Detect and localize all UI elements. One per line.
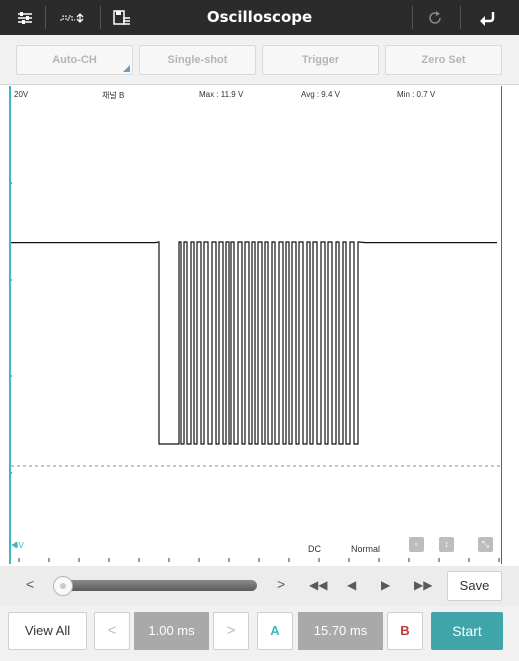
timeline-scroll-row: < > ◀◀ ◀ ▶ ▶▶ Save: [0, 566, 519, 606]
move-vertical-icon[interactable]: ↕: [439, 537, 454, 552]
coupling-label: DC: [308, 544, 321, 554]
auto-ch-label: Auto-CH: [52, 54, 97, 66]
cursor-b-button[interactable]: B: [387, 612, 423, 650]
cursor-a-label: A: [270, 623, 280, 638]
time-increase-label: >: [226, 622, 236, 639]
save-button[interactable]: Save: [447, 571, 502, 601]
back-icon[interactable]: [470, 0, 504, 35]
scroll-right-button[interactable]: >: [277, 576, 285, 592]
grid-icon[interactable]: ▫: [409, 537, 424, 552]
separator: [460, 6, 461, 29]
single-shot-label: Single-shot: [167, 54, 228, 66]
signal-trace: [11, 241, 497, 445]
zero-set-label: Zero Set: [421, 54, 466, 66]
cursor-b-line[interactable]: [501, 86, 502, 564]
start-button[interactable]: Start: [431, 612, 503, 650]
dropdown-corner-icon: [123, 65, 130, 72]
scroll-left-button[interactable]: <: [26, 576, 34, 592]
fast-rewind-icon[interactable]: ◀◀: [309, 578, 327, 592]
function-button-row: Auto-CH Single-shot Trigger Zero Set: [0, 35, 519, 85]
step-back-icon[interactable]: ◀: [347, 578, 356, 592]
trigger-mode-label: Normal: [351, 544, 381, 554]
time-increase-button[interactable]: >: [213, 612, 249, 650]
time-decrease-button[interactable]: <: [94, 612, 130, 650]
refresh-icon[interactable]: [420, 0, 450, 35]
zero-set-button[interactable]: Zero Set: [385, 45, 502, 75]
single-shot-button[interactable]: Single-shot: [139, 45, 256, 75]
time-per-div-display: 1.00 ms: [134, 612, 209, 650]
zero-volt-label: 0V: [14, 541, 24, 550]
step-forward-icon[interactable]: ▶: [381, 578, 390, 592]
cursor-b-label: B: [400, 623, 410, 638]
oscilloscope-display[interactable]: 20V 채널 B Max : 11.9 V Avg : 9.4 V Min : …: [9, 86, 503, 564]
shrink-icon[interactable]: ⤡: [478, 537, 493, 552]
cursor-a-button[interactable]: A: [257, 612, 293, 650]
save-label: Save: [459, 578, 490, 593]
trigger-label: Trigger: [301, 54, 340, 66]
fast-forward-icon[interactable]: ▶▶: [414, 578, 432, 592]
time-per-div-value: 1.00 ms: [148, 623, 195, 638]
separator: [412, 6, 413, 29]
cursor-a-line[interactable]: [9, 86, 11, 564]
trigger-button[interactable]: Trigger: [262, 45, 379, 75]
auto-ch-button[interactable]: Auto-CH: [16, 45, 133, 75]
bottom-control-row: View All < 1.00 ms > A 15.70 ms B Start: [0, 606, 519, 661]
view-all-button[interactable]: View All: [8, 612, 87, 650]
cursor-delta-display: 15.70 ms: [298, 612, 383, 650]
timeline-slider-track[interactable]: [55, 580, 257, 591]
timeline-slider-thumb[interactable]: [53, 576, 73, 596]
view-all-label: View All: [24, 623, 71, 638]
title-bar: Oscilloscope: [0, 0, 519, 35]
time-decrease-label: <: [107, 622, 117, 639]
start-label: Start: [452, 623, 482, 639]
cursor-delta-value: 15.70 ms: [313, 623, 368, 638]
waveform-plot: [9, 182, 501, 562]
